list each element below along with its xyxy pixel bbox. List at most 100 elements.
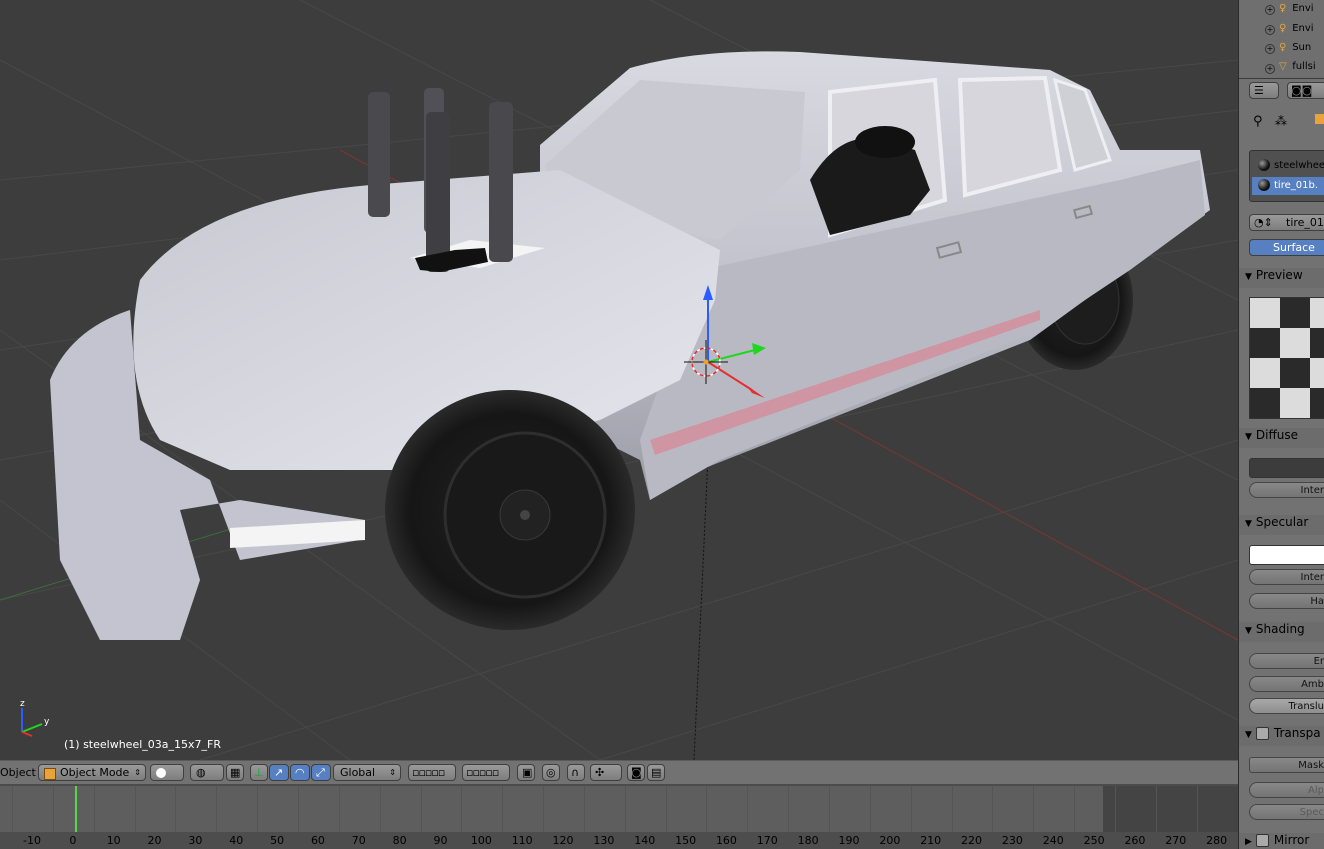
diffuse-panel-header[interactable]: ▼ Diffuse <box>1239 428 1324 448</box>
solid-sphere-icon <box>156 768 166 778</box>
frame-grid-line <box>869 786 871 832</box>
3d-viewport[interactable]: z y (1) steelwheel_03a_15x7_FR <box>0 0 1238 760</box>
properties-icon: ☰ <box>1254 84 1264 97</box>
expand-icon[interactable]: + <box>1265 25 1275 35</box>
field-label: Er <box>1313 656 1324 667</box>
context-tabs[interactable]: ◙◙ <box>1287 82 1324 99</box>
pin-icon[interactable]: ⚲ <box>1253 114 1263 129</box>
hardness-field[interactable]: Ha <box>1249 593 1324 609</box>
frame-tick-label: 50 <box>270 834 285 847</box>
expand-icon[interactable]: + <box>1265 44 1275 54</box>
surface-tab[interactable]: Surface <box>1249 239 1324 256</box>
render-animation-button[interactable]: ▤ <box>647 764 665 781</box>
frame-tick-label: 270 <box>1165 834 1187 847</box>
timeline-track[interactable] <box>0 786 1238 832</box>
material-browse-icon[interactable]: ◔⇕ <box>1254 215 1273 230</box>
section-label: Specular <box>1255 515 1309 529</box>
diffuse-intensity-field[interactable]: Inter <box>1249 482 1324 498</box>
specular-panel-header[interactable]: ▼ Specular <box>1239 515 1324 535</box>
translucency-field[interactable]: Translu <box>1249 698 1324 714</box>
mirror-checkbox[interactable] <box>1255 834 1269 847</box>
manipulator-toggle[interactable]: ▦ <box>226 764 244 781</box>
section-label: Transpa <box>1273 726 1321 740</box>
outliner-row[interactable]: ♀ Envi <box>1279 23 1314 34</box>
cube-icon[interactable] <box>1315 114 1324 124</box>
timeline-editor[interactable]: -10 0 10 20 30 40 50 60 70 80 90 100 110 120 130 140 150… <box>0 784 1238 849</box>
manipulator-move-button[interactable]: ↗ <box>269 764 289 781</box>
lamp-icon: ♀ <box>1279 42 1287 53</box>
outliner[interactable]: + ♀ Envi + ♀ Envi + ♀ Sun + ▽ fullsi <box>1239 0 1324 79</box>
material-name-field[interactable]: ◔⇕ tire_01 <box>1249 214 1324 231</box>
proportional-icon: ◎ <box>546 766 556 779</box>
frame-grid-line <box>420 786 422 832</box>
outliner-row[interactable]: ♀ Envi <box>1279 3 1314 14</box>
collapse-triangle-icon: ▼ <box>1245 432 1252 442</box>
manipulator-scale-button[interactable]: ⤢ <box>311 764 331 781</box>
emit-field[interactable]: Er <box>1249 653 1324 669</box>
transparency-checkbox[interactable] <box>1255 727 1269 740</box>
3d-view-header: Object Object Mode ⇕ ◍ ▦ ⊥ ↗ ◠ ⤢ Global ⇕ … <box>0 760 1238 784</box>
object-menu[interactable]: Object <box>0 766 36 779</box>
snap-toggle-button[interactable]: ∩ <box>567 764 585 781</box>
frame-grid-line <box>52 786 54 832</box>
proportional-edit-button[interactable]: ◎ <box>542 764 560 781</box>
field-label: Spec <box>1299 807 1324 818</box>
specular-color-swatch[interactable] <box>1249 545 1324 565</box>
field-label: Inter <box>1300 572 1324 583</box>
material-slot[interactable]: steelwhee <box>1252 157 1324 175</box>
preview-panel-header[interactable]: ▼ Preview <box>1239 268 1324 288</box>
outliner-row[interactable]: ▽ fullsi <box>1279 61 1316 72</box>
layer-buttons-2[interactable]: ▫▫▫▫▫ <box>462 764 510 781</box>
expand-icon[interactable]: + <box>1265 64 1275 74</box>
frame-tick-label: 20 <box>147 834 162 847</box>
editor-type-dropdown[interactable]: ☰ <box>1249 82 1279 99</box>
frame-grid-line <box>583 786 585 832</box>
alpha-field[interactable]: Alp <box>1249 782 1324 798</box>
outliner-row-label: Envi <box>1292 3 1314 14</box>
material-slot-selected[interactable]: tire_01b. <box>1252 177 1324 195</box>
diffuse-color-swatch[interactable] <box>1249 458 1324 478</box>
render-tab-icon: ◙◙ <box>1291 84 1313 97</box>
shading-panel-header[interactable]: ▼ Shading <box>1239 622 1324 642</box>
transparency-panel-header[interactable]: ▼ Transpa <box>1239 726 1324 746</box>
frame-grid-line <box>338 786 340 832</box>
expand-icon[interactable]: + <box>1265 5 1275 15</box>
frame-grid-line <box>134 786 136 832</box>
mask-button[interactable]: Mask <box>1249 757 1324 773</box>
outliner-row-label: Envi <box>1292 23 1314 34</box>
object-data-icon[interactable]: ⁂ <box>1275 114 1287 128</box>
material-slot-label: steelwhee <box>1274 160 1324 171</box>
clapper-icon: ▤ <box>651 766 662 779</box>
viewport-shading-dropdown[interactable] <box>150 764 184 781</box>
layer-buttons-1[interactable]: ▫▫▫▫▫ <box>408 764 456 781</box>
material-slot-label: tire_01b. <box>1274 180 1318 191</box>
ambient-field[interactable]: Amb <box>1249 676 1324 692</box>
specular-alpha-field[interactable]: Spec <box>1249 804 1324 820</box>
frame-grid-line <box>93 786 95 832</box>
svg-text:y: y <box>44 717 50 727</box>
updown-arrow-icon: ⇕ <box>389 768 396 777</box>
field-label: Mask <box>1298 760 1324 771</box>
specular-intensity-field[interactable]: Inter <box>1249 569 1324 585</box>
pivot-point-dropdown[interactable]: ◍ <box>190 764 224 781</box>
lock-layers-button[interactable]: ▣ <box>517 764 535 781</box>
frame-tick-label: 190 <box>838 834 860 847</box>
manipulator-rotate-button[interactable]: ◠ <box>290 764 310 781</box>
mirror-panel-header[interactable]: ▶ Mirror <box>1239 833 1324 849</box>
transform-orientation-dropdown[interactable]: Global ⇕ <box>333 764 401 781</box>
frame-tick-label: 140 <box>634 834 656 847</box>
magnet-icon: ∩ <box>571 766 580 779</box>
snap-element-dropdown[interactable]: ✣ <box>590 764 622 781</box>
material-slot-list[interactable]: steelwhee tire_01b. <box>1249 150 1324 202</box>
outliner-row[interactable]: ♀ Sun <box>1279 42 1311 53</box>
collapse-triangle-icon: ▼ <box>1245 730 1252 740</box>
current-frame-marker[interactable] <box>75 786 77 832</box>
render-opengl-button[interactable]: ◙ <box>627 764 645 781</box>
camera-icon: ◙ <box>631 766 642 779</box>
properties-panel: + ♀ Envi + ♀ Envi + ♀ Sun + ▽ fullsi ☰ ◙… <box>1238 0 1324 849</box>
frame-grid-line <box>747 786 749 832</box>
frame-tick-label: 100 <box>470 834 492 847</box>
manipulator-translate-button[interactable]: ⊥ <box>250 764 268 781</box>
mode-dropdown[interactable]: Object Mode ⇕ <box>38 764 146 781</box>
frame-tick-label: 230 <box>1001 834 1023 847</box>
